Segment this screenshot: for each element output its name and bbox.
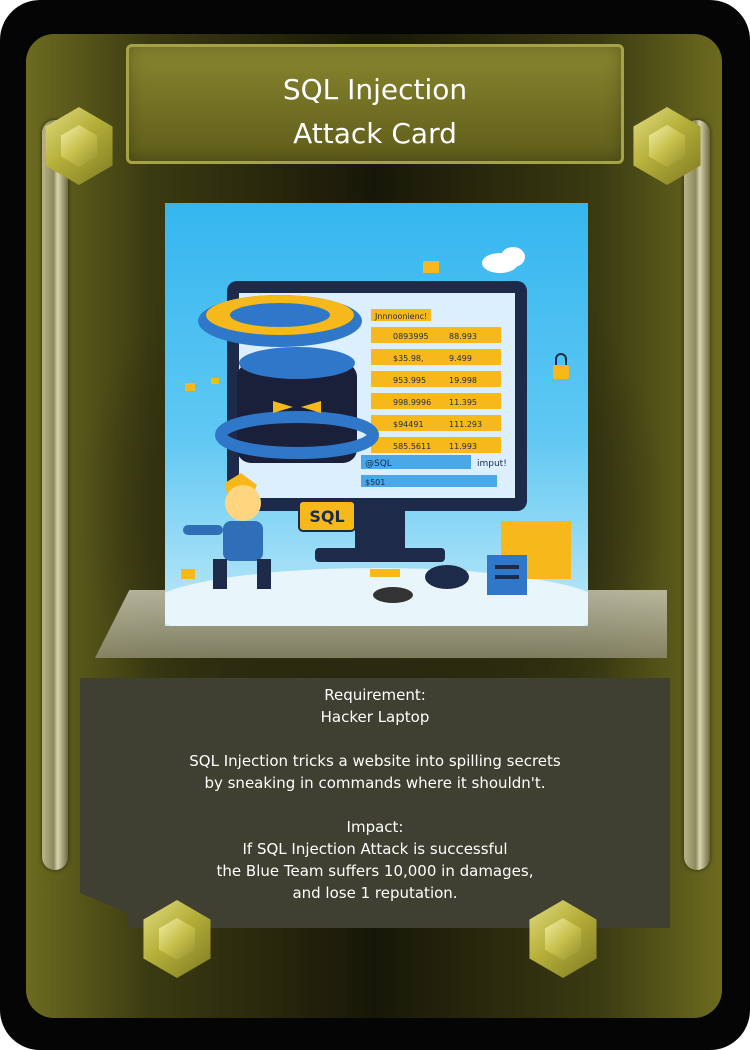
- flying-data-chip: [211, 378, 219, 384]
- card-illustration: Jnnnoonienc! 0893995 88.993 $35.98, 9.499 95…: [165, 203, 588, 626]
- screen-cell: $35.98,: [393, 354, 424, 363]
- sql-input-label: @SQL: [365, 459, 392, 469]
- sql-tag: SQL: [298, 500, 356, 532]
- sql-injection-illustration: Jnnnoonienc! 0893995 88.993 $35.98, 9.499 95…: [165, 247, 588, 626]
- padlock-icon: [553, 353, 569, 379]
- impact-line-1: If SQL Injection Attack is successful: [242, 840, 508, 858]
- impact-line-3: and lose 1 reputation.: [292, 884, 458, 902]
- data-table: Jnnnoonienc!: [371, 309, 431, 321]
- screen-cell: 11.395: [449, 398, 477, 407]
- screen-row: [371, 393, 501, 409]
- flying-data-chip: [423, 261, 439, 273]
- description-line-2: by sneaking in commands where it shouldn…: [204, 774, 546, 792]
- screen-row: [371, 371, 501, 387]
- card-text: Requirement: Hacker Laptop SQL Injection…: [80, 684, 670, 904]
- attack-card: SQL Injection Attack Card Jnnnoonienc! 0…: [0, 0, 750, 1050]
- screen-cell: 998.9996: [393, 398, 431, 407]
- cable-reel: [373, 587, 413, 603]
- flying-data-chip: [181, 569, 195, 579]
- screen-cell: 585.5611: [393, 442, 431, 451]
- left-metal-rail: [42, 120, 68, 870]
- screen-cell: 19.998: [449, 376, 477, 385]
- screen-cell: 0893995: [393, 332, 429, 341]
- database-creature: [198, 295, 379, 463]
- screen-cell: 111.293: [449, 420, 482, 429]
- impact-label: Impact:: [346, 818, 404, 836]
- sql-tag-label: SQL: [309, 507, 344, 526]
- screen-cell: $94491: [393, 420, 424, 429]
- requirement-value: Hacker Laptop: [320, 708, 430, 726]
- cloud-icon: [482, 247, 525, 273]
- sql-input-suffix: imput!: [477, 459, 507, 469]
- flying-data-chip: [185, 383, 195, 391]
- screen-row: [371, 327, 501, 343]
- flying-data-chip: [370, 569, 400, 577]
- description-line-1: SQL Injection tricks a website into spil…: [189, 752, 561, 770]
- screen-cell: 9.499: [449, 354, 472, 363]
- screen-cell: 953.995: [393, 376, 426, 385]
- screen-header: Jnnnoonienc!: [374, 312, 427, 321]
- card-title-line-1: SQL Injection: [282, 73, 468, 106]
- screen-cell: 11.993: [449, 442, 477, 451]
- requirement-label: Requirement:: [324, 686, 426, 704]
- second-input-label: $501: [365, 478, 385, 487]
- screen-cell: 88.993: [449, 332, 477, 341]
- right-metal-rail: [684, 120, 710, 870]
- screen-row: [371, 437, 501, 453]
- screen-row: [371, 349, 501, 365]
- impact-line-2: the Blue Team suffers 10,000 in damages,: [216, 862, 534, 880]
- computer-mouse-icon: [425, 565, 469, 589]
